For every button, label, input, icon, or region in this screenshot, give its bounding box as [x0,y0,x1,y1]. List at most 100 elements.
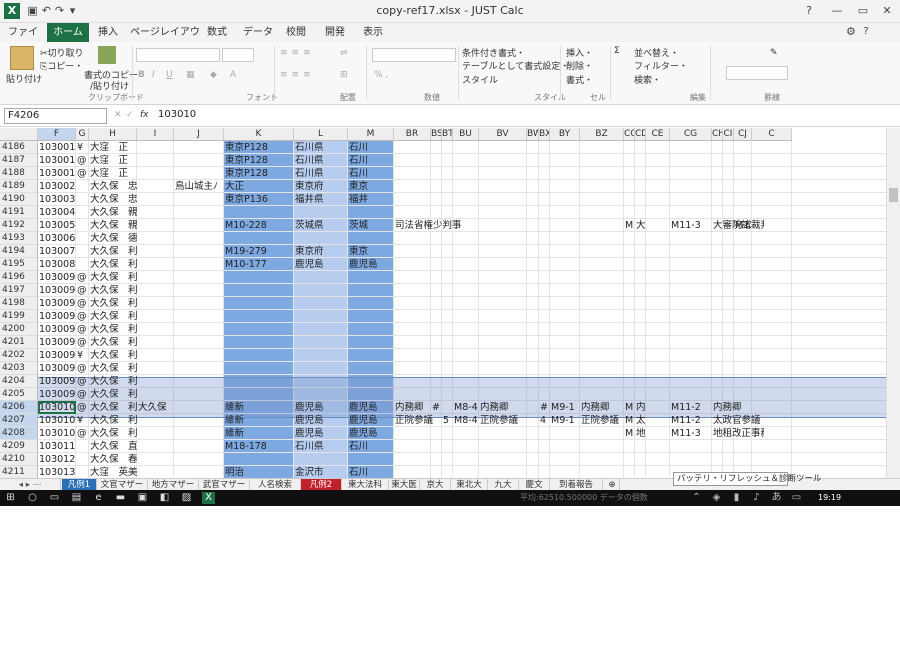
cell-M4194[interactable]: 東京 [349,245,393,258]
tab-data[interactable]: データ [240,23,276,42]
row-header[interactable]: 4209 [0,440,38,453]
cell-H4197[interactable]: 大久保 利武 [90,284,137,297]
cell-CJ4192[interactable]: M12 [735,219,751,232]
volume-icon[interactable]: ♪ [750,492,763,504]
spreadsheet-grid[interactable]: FGHIJKLMBRBSBTBUBVBWBXBYBZCCCDCECGCHCICJ… [0,128,886,478]
cell-G4187[interactable]: @ [77,154,88,167]
column-header-H[interactable]: H [89,128,137,141]
cell-style-button[interactable]: スタイル [462,73,498,86]
autosum-icon[interactable]: Σ [614,46,620,56]
cell-CD4207[interactable]: 太政官参 [636,414,645,427]
align-horizontal-icons[interactable]: ≡≡≡ [280,70,315,80]
cell-F4193[interactable]: 103006 [39,232,75,245]
cell-F4191[interactable]: 103004 [39,206,75,219]
column-header-G[interactable]: G [76,128,89,141]
cell-BU4206[interactable]: M8-41 [454,401,478,414]
column-header-CC[interactable]: CC [624,128,635,141]
cell-H4206[interactable]: 大久保 利通 [90,401,137,414]
tab-insert[interactable]: 挿入 [92,23,124,42]
row-header[interactable]: 4191 [0,206,38,219]
cell-H4189[interactable]: 大久保 忠順 [90,180,137,193]
cell-F4190[interactable]: 103003 [39,193,75,206]
cell-F4186[interactable]: 103001 [39,141,75,154]
files-icon[interactable]: ▤ [70,492,83,504]
cell-F4195[interactable]: 103008 [39,258,75,271]
column-header-F[interactable]: F [38,128,76,141]
undo-icon[interactable]: ↶ [40,4,53,17]
cell-L4194[interactable]: 東京府 [295,245,347,258]
row-header[interactable]: 4206 [0,401,38,414]
cell-K4194[interactable]: M19-279 [225,245,293,258]
cell-CC4208[interactable]: M10-2 [625,427,634,440]
cell-CH4206[interactable]: 内務卿 [713,401,764,414]
cell-M4187[interactable]: 石川 [349,154,393,167]
column-header-BZ[interactable]: BZ [580,128,624,141]
cell-BR4192[interactable]: 司法省権少判事 [395,219,505,232]
cell-M4186[interactable]: 石川 [349,141,393,154]
cell-F4198[interactable]: 103009 [39,297,75,310]
cell-K4207[interactable]: 維新 [225,414,293,427]
cell-L4209[interactable]: 石川県 [295,440,347,453]
cell-F4194[interactable]: 103007 [39,245,75,258]
up-arrow-icon[interactable]: ⌃ [690,492,703,504]
column-header-CJ[interactable]: CJ [734,128,752,141]
cell-L4192[interactable]: 茨城県 [295,219,347,232]
row-header[interactable]: 4198 [0,297,38,310]
cell-CD4192[interactable]: 大審院# [636,219,645,232]
cell-F4209[interactable]: 103011 [39,440,75,453]
cell-M4195[interactable]: 鹿児島 [349,258,393,271]
notification-icon[interactable]: ▭ [790,492,803,504]
photos-icon[interactable]: ▣ [136,492,149,504]
insert-cells-button[interactable]: 挿入・ [566,46,593,59]
cell-M4208[interactable]: 鹿児島 [349,427,393,440]
cell-H4209[interactable]: 大久保 直道 [90,440,137,453]
cell-H4201[interactable]: 大久保 利武 [90,336,137,349]
tab-developer[interactable]: 開発 [320,23,350,42]
help-icon[interactable]: ? [860,26,872,38]
cell-L4188[interactable]: 石川県 [295,167,347,180]
column-header-I[interactable]: I [137,128,174,141]
cell-H4192[interactable]: 大久保 親正 [90,219,137,232]
cell-F4189[interactable]: 103002 [39,180,75,193]
cell-G4205[interactable]: @ [77,388,88,401]
sort-button[interactable]: 並べ替え・ [634,46,679,59]
cell-L4190[interactable]: 福井県 [295,193,347,206]
row-header[interactable]: 4190 [0,193,38,206]
cell-F4204[interactable]: 103009 [39,375,75,388]
cell-F4210[interactable]: 103012 [39,453,75,466]
cell-CD4206[interactable]: 内務卿 [636,401,645,414]
row-header[interactable]: 4193 [0,232,38,245]
wrap-text-icon[interactable]: ⇌ [340,48,348,58]
active-cell[interactable] [38,401,76,414]
cell-BX4206[interactable]: # [540,401,549,414]
cell-M4207[interactable]: 鹿児島 [349,414,393,427]
row-header[interactable]: 4186 [0,141,38,154]
tab-home[interactable]: ホーム [47,23,89,42]
cell-CC4206[interactable]: M10-1 [625,401,634,414]
cell-F4207[interactable]: 103010 [39,414,75,427]
cell-H4196[interactable]: 大久保 利武 [90,271,137,284]
pen-color-icon[interactable]: ✎ [770,48,778,58]
font-size-select[interactable] [222,48,254,62]
number-format-select[interactable] [372,48,456,62]
cell-F4199[interactable]: 103009 [39,310,75,323]
align-top-icons[interactable]: ≡≡≡ [280,48,315,58]
row-header[interactable]: 4201 [0,336,38,349]
tab-view[interactable]: 表示 [358,23,388,42]
cell-M4211[interactable]: 石川 [349,466,393,478]
row-header[interactable]: 4202 [0,349,38,362]
cell-L4186[interactable]: 石川県 [295,141,347,154]
column-header-BR[interactable]: BR [394,128,431,141]
ime-icon[interactable]: あ [770,492,783,504]
cell-K4188[interactable]: 東京P128 [225,167,293,180]
select-all-corner[interactable] [0,128,38,141]
column-header-CG[interactable]: CG [670,128,712,141]
battery-icon[interactable]: ▮ [730,492,743,504]
column-header-J[interactable]: J [174,128,224,141]
cell-G4203[interactable]: @ [77,362,88,375]
border-icon[interactable]: ▦ [186,70,195,80]
row-header[interactable]: 4196 [0,271,38,284]
calc-icon[interactable]: X [202,492,215,504]
cell-K4189[interactable]: 大正 [225,180,293,193]
row-header[interactable]: 4195 [0,258,38,271]
